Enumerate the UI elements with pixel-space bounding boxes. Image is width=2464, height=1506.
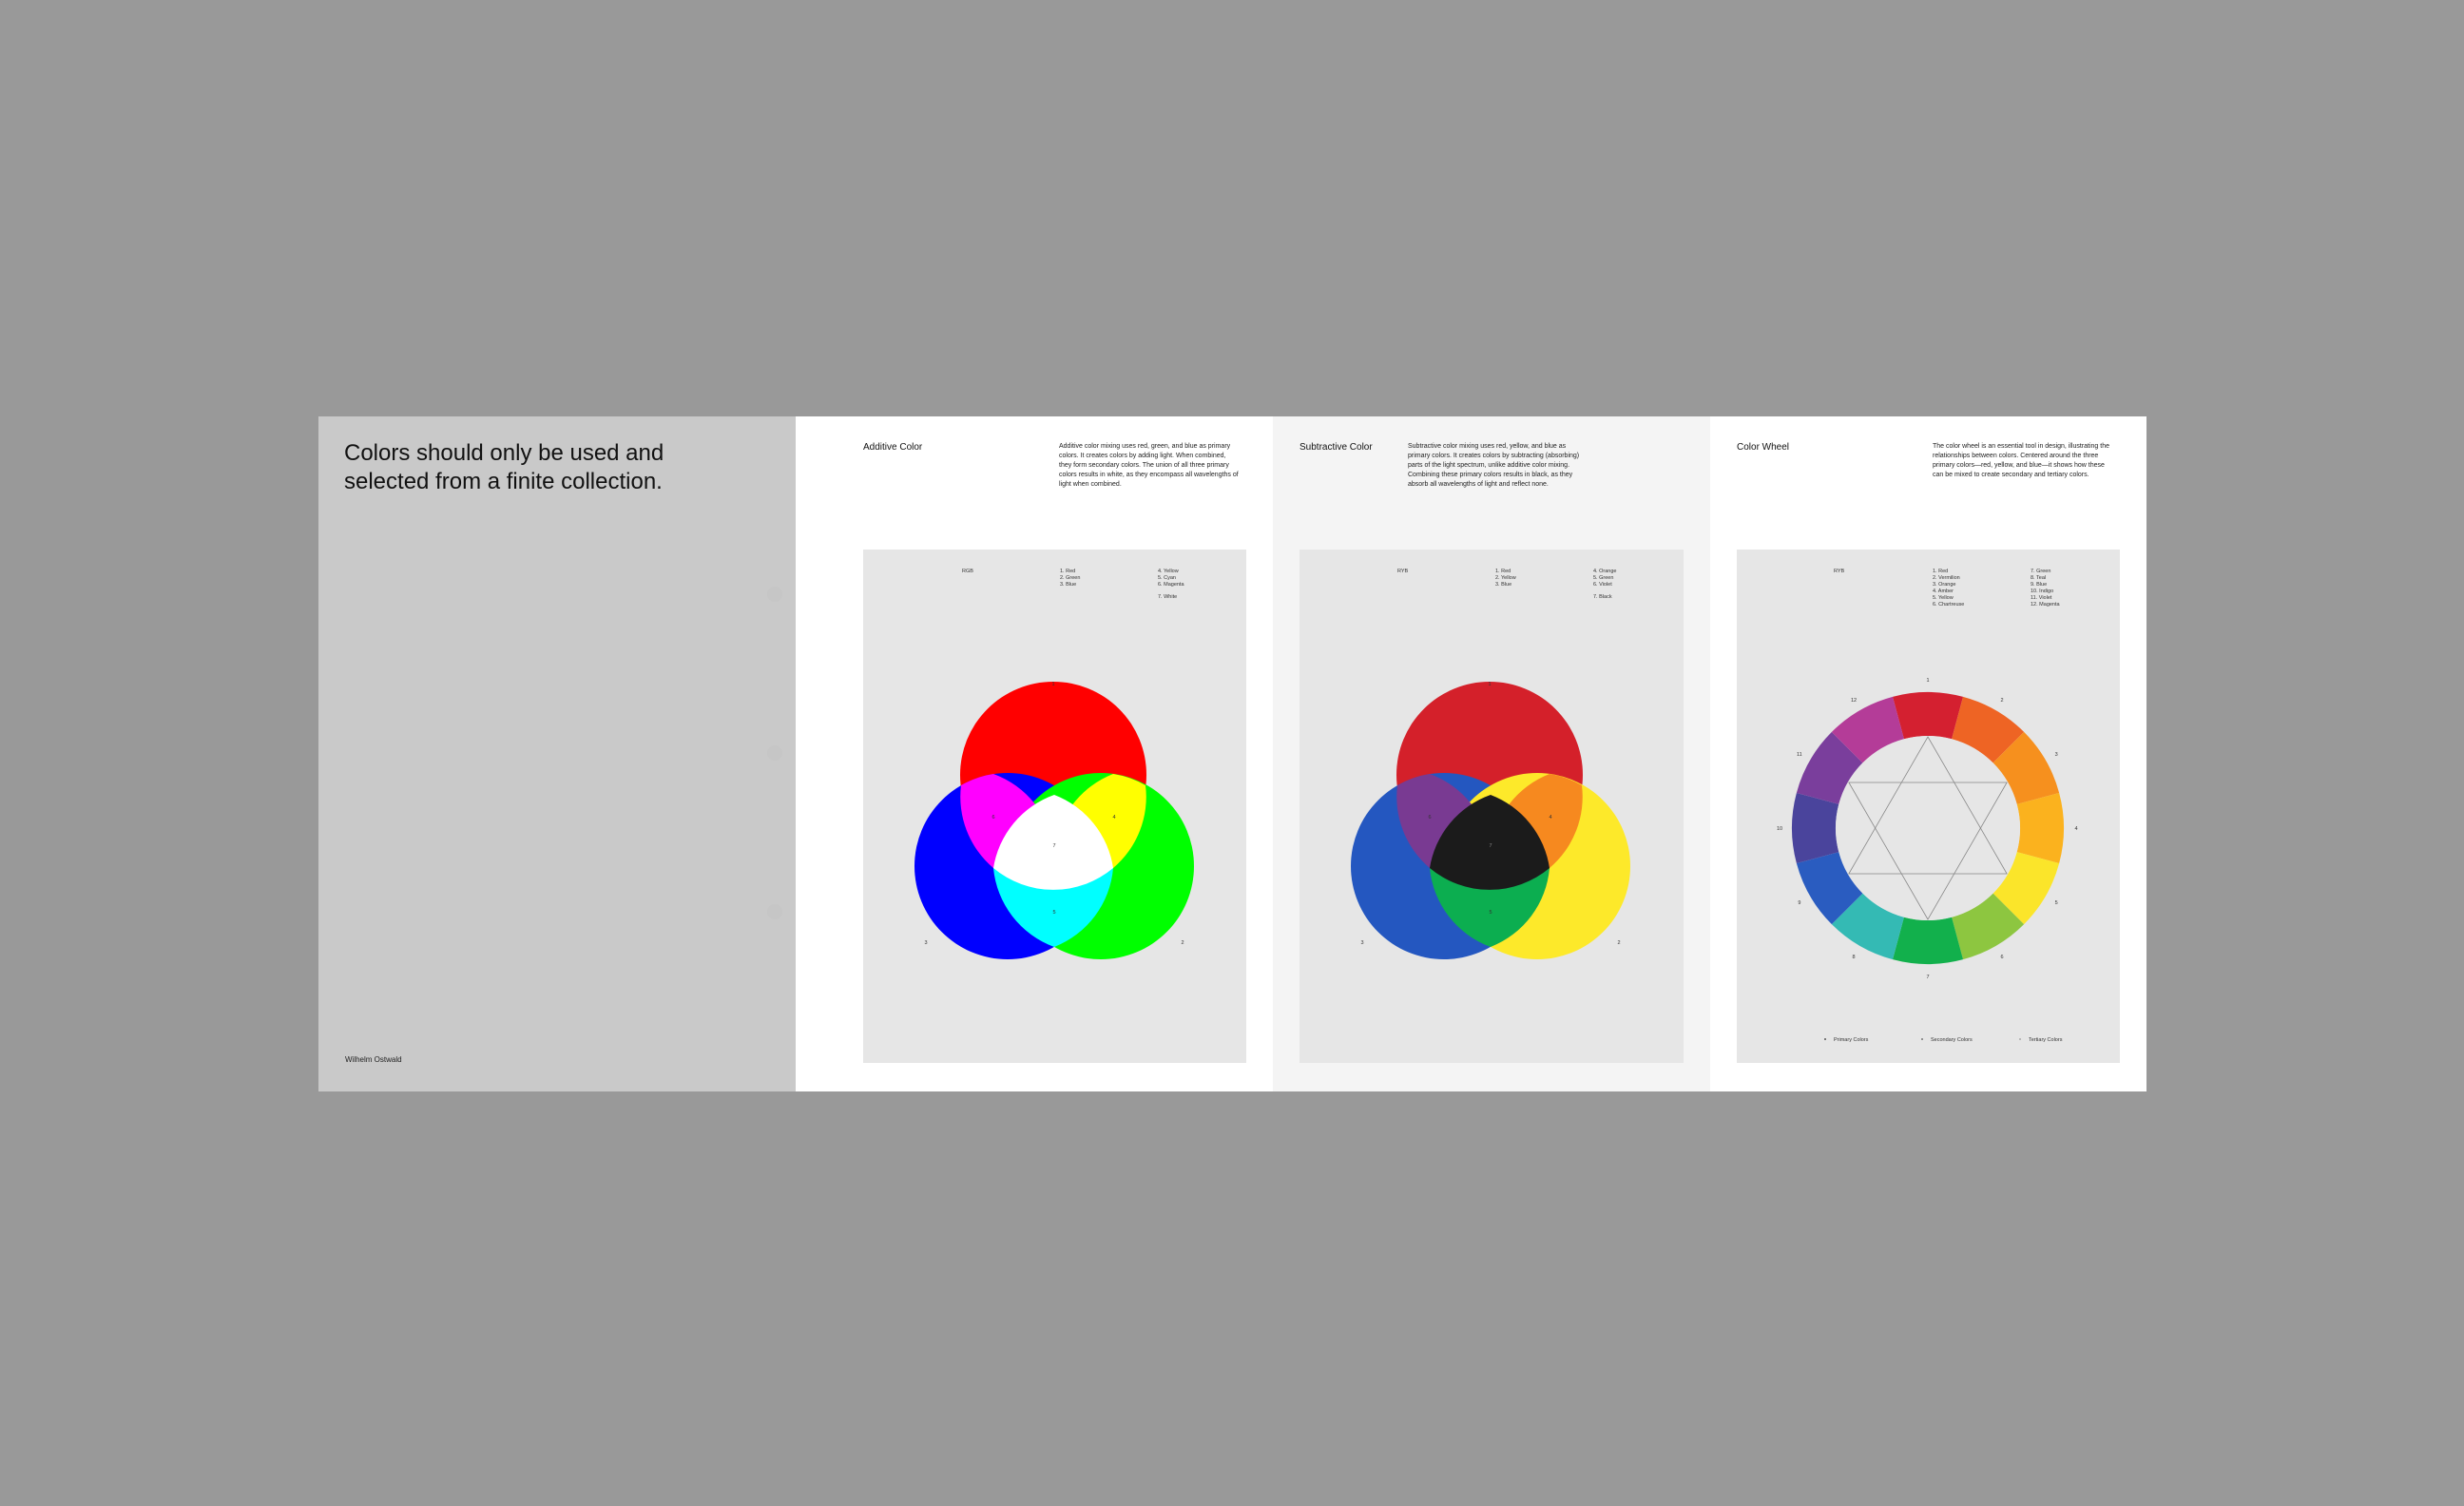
model-label: RYB xyxy=(1397,569,1409,574)
subtractive-venn-diagram: RYB 1. Red 2. Yellow 3. Blue 4. Orange 5… xyxy=(1351,569,1630,959)
binder-hole xyxy=(767,904,782,919)
region-label: 2 xyxy=(1617,940,1620,946)
legend-item: 1. Red xyxy=(1495,569,1511,574)
venn-circles xyxy=(1351,682,1630,959)
key-label: Secondary Colors xyxy=(1931,1037,1973,1043)
cover-author: Wilhelm Ostwald xyxy=(345,1055,402,1064)
region-label: 4 xyxy=(1112,815,1115,821)
additive-color-page: Additive Color Additive color mixing use… xyxy=(796,416,1273,1091)
cover-title: Colors should only be used and selected … xyxy=(344,440,664,494)
region-label: 5 xyxy=(1052,910,1055,916)
region-label: 7 xyxy=(1489,843,1492,849)
cover-page: Colors should only be used and selected … xyxy=(318,416,796,1091)
additive-diagram-panel: RGB 1. Red 2. Green 3. Blue 4. Yellow 5.… xyxy=(863,550,1246,1063)
venn-circles xyxy=(914,682,1194,959)
model-label: RYB xyxy=(1834,569,1845,574)
legend-item: 1. Red xyxy=(1933,569,1948,574)
wheel-number: 8 xyxy=(1852,955,1855,960)
legend-item: 7. Green xyxy=(2031,569,2050,574)
page-title: Color Wheel xyxy=(1737,442,1790,453)
legend-item: 4. Amber xyxy=(1933,589,1954,594)
legend-item: 6. Violet xyxy=(1593,582,1612,588)
secondary-key-dot xyxy=(1921,1038,1923,1040)
binder-hole xyxy=(767,587,782,602)
region-label: 6 xyxy=(991,815,994,821)
legend-item: 4. Yellow xyxy=(1158,569,1179,574)
wheel-number: 1 xyxy=(1926,678,1929,684)
additive-venn-diagram: RGB 1. Red 2. Green 3. Blue 4. Yellow 5.… xyxy=(914,569,1194,959)
wheel-segment xyxy=(1892,692,1964,740)
wheel-segment xyxy=(1892,917,1964,964)
region-label: 1 xyxy=(1051,682,1054,687)
wheel-segment xyxy=(2016,792,2064,864)
region-label: 6 xyxy=(1428,815,1431,821)
key-label: Primary Colors xyxy=(1834,1037,1869,1043)
wheel-number: 10 xyxy=(1777,826,1782,832)
wheel-number: 3 xyxy=(2055,752,2058,758)
legend-item: 5. Cyan xyxy=(1158,575,1176,581)
legend-item: 4. Orange xyxy=(1593,569,1616,574)
wheel-number: 11 xyxy=(1797,752,1802,758)
legend-item: 3. Blue xyxy=(1495,582,1511,588)
wheel-inner-disc xyxy=(1836,736,2020,920)
wheel-number: 4 xyxy=(2074,826,2077,832)
legend-item: 8. Teal xyxy=(2031,575,2046,581)
page-description: The color wheel is an essential tool in … xyxy=(1933,443,2109,478)
model-label: RGB xyxy=(962,569,973,574)
legend-item: 5. Green xyxy=(1593,575,1613,581)
subtractive-diagram-panel: RYB 1. Red 2. Yellow 3. Blue 4. Orange 5… xyxy=(1299,550,1684,1063)
primary-key-dot xyxy=(1824,1038,1826,1040)
legend-item: 6. Chartreuse xyxy=(1933,602,1964,608)
wheel-number: 6 xyxy=(2000,955,2003,960)
legend-item: 3. Orange xyxy=(1933,582,1955,588)
color-wheel-page: Color Wheel The color wheel is an essent… xyxy=(1710,416,2146,1091)
wheel-number: 9 xyxy=(1798,900,1800,906)
region-label: 4 xyxy=(1549,815,1551,821)
color-wheel-panel: RYB 1. Red 2. Vermilion 3. Orange 4. Amb… xyxy=(1737,550,2120,1063)
color-wheel-diagram: RYB 1. Red 2. Vermilion 3. Orange 4. Amb… xyxy=(1777,569,2078,1043)
page-title: Subtractive Color xyxy=(1299,442,1373,453)
key-label: Tertiary Colors xyxy=(2029,1037,2063,1043)
legend-item: 10. Indigo xyxy=(2031,589,2053,594)
region-label: 3 xyxy=(924,940,927,946)
booklet-spread: Colors should only be used and selected … xyxy=(318,416,2146,1091)
subtractive-color-page: Subtractive Color Subtractive color mixi… xyxy=(1273,416,1710,1091)
legend-item: 2. Yellow xyxy=(1495,575,1516,581)
legend-item: 6. Magenta xyxy=(1158,582,1184,588)
region-label: 5 xyxy=(1489,910,1492,916)
tertiary-key-dot xyxy=(2019,1038,2021,1040)
page-description: Additive color mixing uses red, green, a… xyxy=(1059,443,1239,488)
legend-item: 7. White xyxy=(1158,594,1177,600)
region-label: 2 xyxy=(1181,940,1184,946)
binder-hole xyxy=(767,745,782,761)
page-title: Additive Color xyxy=(863,442,923,453)
legend-item: 5. Yellow xyxy=(1933,595,1954,601)
region-label: 3 xyxy=(1360,940,1363,946)
wheel-number: 5 xyxy=(2055,900,2058,906)
page-description: Subtractive color mixing uses red, yello… xyxy=(1408,443,1580,488)
legend-item: 11. Violet xyxy=(2031,595,2052,601)
legend-item: 2. Vermilion xyxy=(1933,575,1960,581)
region-label: 7 xyxy=(1052,843,1055,849)
legend-item: 12. Magenta xyxy=(2031,602,2061,608)
wheel-segment xyxy=(1792,792,1839,864)
legend-item: 1. Red xyxy=(1060,569,1075,574)
wheel-number: 2 xyxy=(2000,698,2003,704)
legend-item: 9. Blue xyxy=(2031,582,2047,588)
wheel-number: 12 xyxy=(1851,698,1857,704)
wheel-key: Primary Colors Secondary Colors Tertiary… xyxy=(1824,1037,2063,1043)
legend-item: 7. Black xyxy=(1593,594,1612,600)
wheel-number: 7 xyxy=(1926,975,1929,980)
legend-item: 2. Green xyxy=(1060,575,1080,581)
region-label: 1 xyxy=(1488,682,1491,687)
legend-item: 3. Blue xyxy=(1060,582,1076,588)
